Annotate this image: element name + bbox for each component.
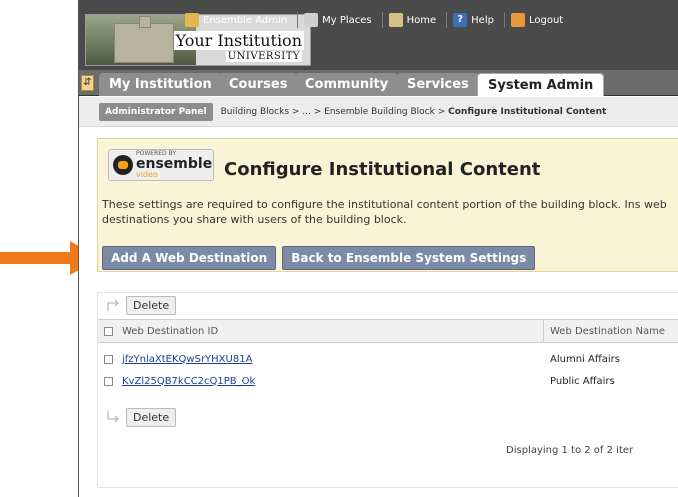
tab-services[interactable]: Services [397,73,479,96]
top-header: Your Institution UNIVERSITY Ensemble Adm… [79,0,678,70]
menu-toggle-icon[interactable]: ⇵ [81,75,94,91]
ensemble-video-logo: POWERED BY ensemble video [108,149,214,181]
breadcrumb-current: Configure Institutional Content [448,106,607,117]
page-description: These settings are required to configure… [102,198,667,226]
nav-label: Home [406,14,437,26]
home-icon [388,13,403,27]
logo-name: ensemble [136,156,213,172]
nav-label: Ensemble Admin [203,14,288,26]
browser-frame: Your Institution UNIVERSITY Ensemble Adm… [78,0,678,497]
pagination-status: Displaying 1 to 2 of 2 iter [506,445,634,456]
add-web-destination-button[interactable]: Add A Web Destination [102,246,277,270]
administrator-panel-link[interactable]: Administrator Panel [99,102,213,121]
select-all-checkbox[interactable] [103,326,113,336]
nav-ensemble-admin[interactable]: Ensemble Admin [179,12,293,28]
table-header: Web Destination ID Web Destination Name [98,319,678,343]
tab-row: ⇵ My Institution Courses Community Servi… [79,70,678,96]
table-row: jfzYnlaXtEKQwSrYHXU81A Alumni Affairs [98,349,678,369]
banner-subtitle: UNIVERSITY [225,51,302,62]
action-buttons: Add A Web Destination Back to Ensemble S… [102,246,536,270]
user-icon [185,13,199,27]
nav-label: Logout [528,14,564,26]
row-checkbox[interactable] [103,376,113,386]
top-nav: Ensemble Admin My Places Home ? Help Log… [179,12,569,28]
row-checkbox[interactable] [103,354,113,364]
nav-label: Help [471,14,494,26]
destination-id-link[interactable]: jfzYnlaXtEKQwSrYHXU81A [118,354,544,365]
banner-title: Your Institution [173,31,304,50]
bulk-action-arrow-icon [107,299,119,311]
nav-logout[interactable]: Logout [503,12,569,28]
column-header-name[interactable]: Web Destination Name [544,326,665,337]
nav-home[interactable]: Home [381,12,443,28]
breadcrumb-path: Building Blocks > ... > Ensemble Buildin… [221,107,607,117]
nav-label: My Places [322,14,372,26]
tab-courses[interactable]: Courses [219,73,298,96]
column-header-id[interactable]: Web Destination ID [118,320,544,342]
web-destination-table: Delete Web Destination ID Web Destinatio… [97,292,678,488]
help-icon: ? [453,13,468,27]
page-title: Configure Institutional Content [224,159,541,180]
breadcrumb: Administrator Panel Building Blocks > ..… [79,97,678,127]
nav-my-places[interactable]: My Places [297,12,378,28]
tab-system-admin[interactable]: System Admin [477,73,605,96]
bulk-action-arrow-icon [107,411,119,423]
delete-button-top[interactable]: Delete [126,295,177,315]
top-action-bar: Delete [98,293,678,317]
tab-my-institution[interactable]: My Institution [99,73,222,96]
destination-name: Alumni Affairs [550,353,620,365]
content-header-panel: POWERED BY ensemble video Configure Inst… [97,138,678,272]
back-to-settings-button[interactable]: Back to Ensemble System Settings [282,246,536,270]
logout-icon [510,13,525,27]
nav-help[interactable]: ? Help [446,12,500,28]
delete-button-bottom[interactable]: Delete [126,407,177,427]
logo-sub: video [136,170,158,179]
breadcrumb-path-text[interactable]: Building Blocks > ... > Ensemble Buildin… [221,107,446,117]
destination-id-link[interactable]: KvZl25QB7kCC2cQ1PB_Ok [118,376,544,387]
table-row: KvZl25QB7kCC2cQ1PB_Ok Public Affairs [98,371,678,391]
places-icon [304,13,319,27]
bottom-action-bar: Delete [98,405,177,429]
tab-community[interactable]: Community [295,73,399,96]
ensemble-logo-icon [113,155,133,175]
destination-name: Public Affairs [550,375,615,387]
